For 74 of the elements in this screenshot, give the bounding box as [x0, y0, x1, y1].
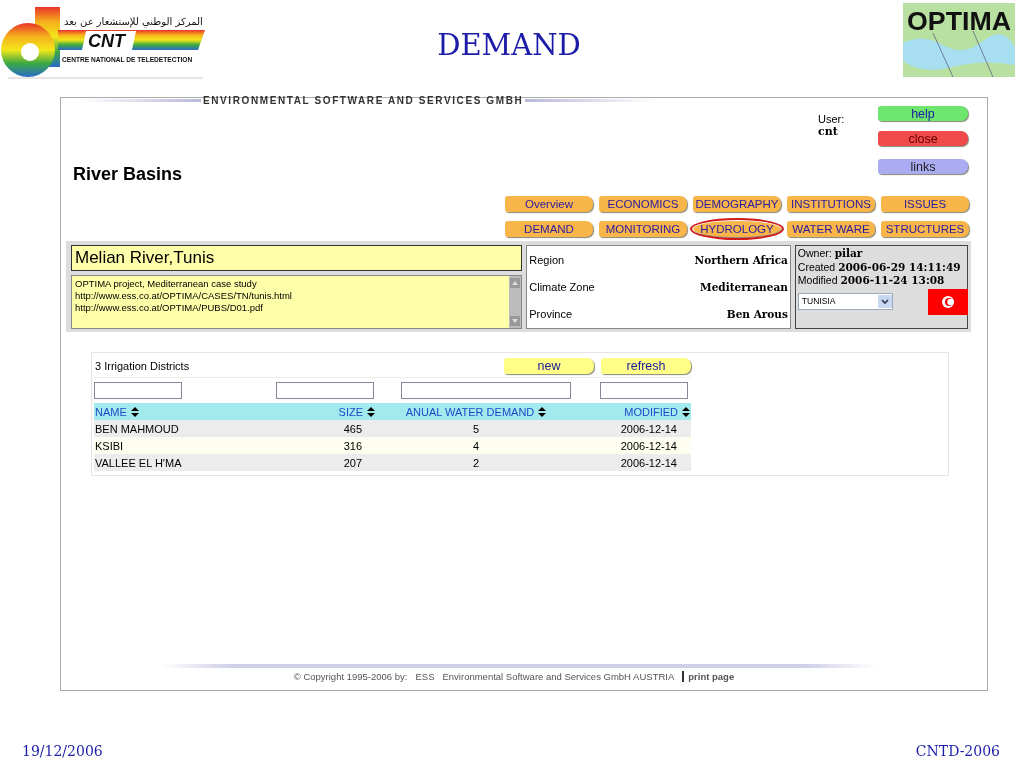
column-header[interactable]: ANUAL WATER DEMAND: [405, 405, 535, 418]
description-line: http://www.ess.co.at/OPTIMA/CASES/TN/tunis.html: [75, 290, 293, 302]
company-name: Environmental Software and Services GmbH AUSTRIA: [442, 671, 675, 682]
column-header[interactable]: MODIFIED: [624, 405, 678, 418]
table-cell: 2006-12-14: [620, 422, 677, 435]
filter-field[interactable]: [94, 382, 182, 399]
nav-button[interactable]: ISSUES: [881, 196, 969, 212]
property-value: Mediterranean: [700, 281, 788, 293]
nav-button[interactable]: Overview: [505, 196, 593, 212]
filter-field[interactable]: [276, 382, 374, 399]
user-label: User:: [818, 113, 846, 125]
nav-button[interactable]: MONITORING: [599, 221, 687, 237]
table-cell: 2006-12-14: [620, 456, 677, 469]
table-button[interactable]: refresh: [601, 358, 691, 374]
table-cell: VALLEE EL H'MA: [95, 456, 182, 469]
created-value: 2006-06-29 14:11:49: [838, 260, 961, 273]
side-button[interactable]: help: [878, 106, 968, 121]
slide-date: 19/12/2006: [22, 743, 103, 759]
nav-button[interactable]: WATER WARE: [787, 221, 875, 237]
copyright-text: © Copyright 1995-2006 by:: [293, 671, 408, 682]
slide-title: DEMAND: [436, 27, 582, 62]
column-header[interactable]: NAME: [95, 405, 127, 418]
column-header[interactable]: SIZE: [338, 405, 363, 418]
sort-icon[interactable]: [682, 406, 690, 417]
side-button[interactable]: close: [878, 131, 968, 146]
property-label: Province: [529, 308, 573, 321]
table-cell: 5: [472, 422, 480, 435]
description-line: http://www.ess.co.at/OPTIMA/PUBS/D01.pdf: [75, 302, 264, 314]
company-abbr: ESS: [415, 671, 435, 682]
nav-button[interactable]: STRUCTURES: [881, 221, 969, 237]
property-label: Region: [529, 253, 565, 266]
country-select[interactable]: TUNISIA: [797, 293, 893, 310]
slide-code: CNTD-2006: [915, 743, 1000, 759]
modified-value: 2006-11-24 13:08: [840, 274, 945, 286]
table-cell: 2: [472, 456, 480, 469]
description-line: OPTIMA project, Mediterranean case study: [75, 278, 258, 290]
dropdown-icon[interactable]: [877, 295, 892, 308]
banner-text: ENVIRONMENTAL SOFTWARE AND SERVICES GMBH: [202, 94, 525, 106]
nav-button[interactable]: ECONOMICS: [599, 196, 687, 212]
optima-logo: OPTIMA: [903, 3, 1015, 77]
property-value: Ben Arous: [726, 308, 788, 321]
scroll-down-icon[interactable]: [510, 316, 521, 326]
sort-icon[interactable]: [130, 406, 139, 417]
table-cell: 207: [343, 456, 362, 469]
table-cell: KSIBI: [95, 439, 124, 452]
sort-icon[interactable]: [538, 406, 547, 417]
flag-icon: [928, 288, 968, 315]
owner-value: pilar: [834, 247, 863, 259]
table-cell: 4: [472, 439, 480, 452]
property-label: Climate Zone: [529, 281, 595, 293]
page-title: River Basins: [73, 164, 184, 185]
filter-field[interactable]: [600, 382, 688, 399]
table-cell: 316: [343, 439, 362, 452]
user-name: cnt: [818, 125, 839, 138]
modified-label: Modified: [797, 274, 838, 286]
scrollbar[interactable]: [509, 276, 522, 328]
table-cell: BEN MAHMOUD: [95, 422, 179, 435]
nav-button[interactable]: HYDROLOGY: [693, 221, 781, 237]
created-label: Created: [797, 260, 836, 273]
side-button[interactable]: links: [878, 159, 968, 174]
print-link[interactable]: print page: [682, 671, 735, 682]
table-button[interactable]: new: [504, 358, 594, 374]
sort-icon[interactable]: [367, 406, 375, 417]
basin-name: Melian River,Tunis: [71, 245, 523, 271]
property-value: Northern Africa: [694, 253, 788, 266]
table-cell: 465: [343, 422, 362, 435]
owner-label: Owner:: [797, 247, 832, 259]
filter-field[interactable]: [401, 382, 571, 399]
nav-button[interactable]: DEMAND: [505, 221, 593, 237]
nav-button[interactable]: INSTITUTIONS: [787, 196, 875, 212]
table-cell: 2006-12-14: [620, 439, 677, 452]
scroll-up-icon[interactable]: [510, 278, 521, 288]
district-count: 3 Irrigation Districts: [94, 360, 190, 372]
nav-button[interactable]: DEMOGRAPHY: [693, 196, 781, 212]
